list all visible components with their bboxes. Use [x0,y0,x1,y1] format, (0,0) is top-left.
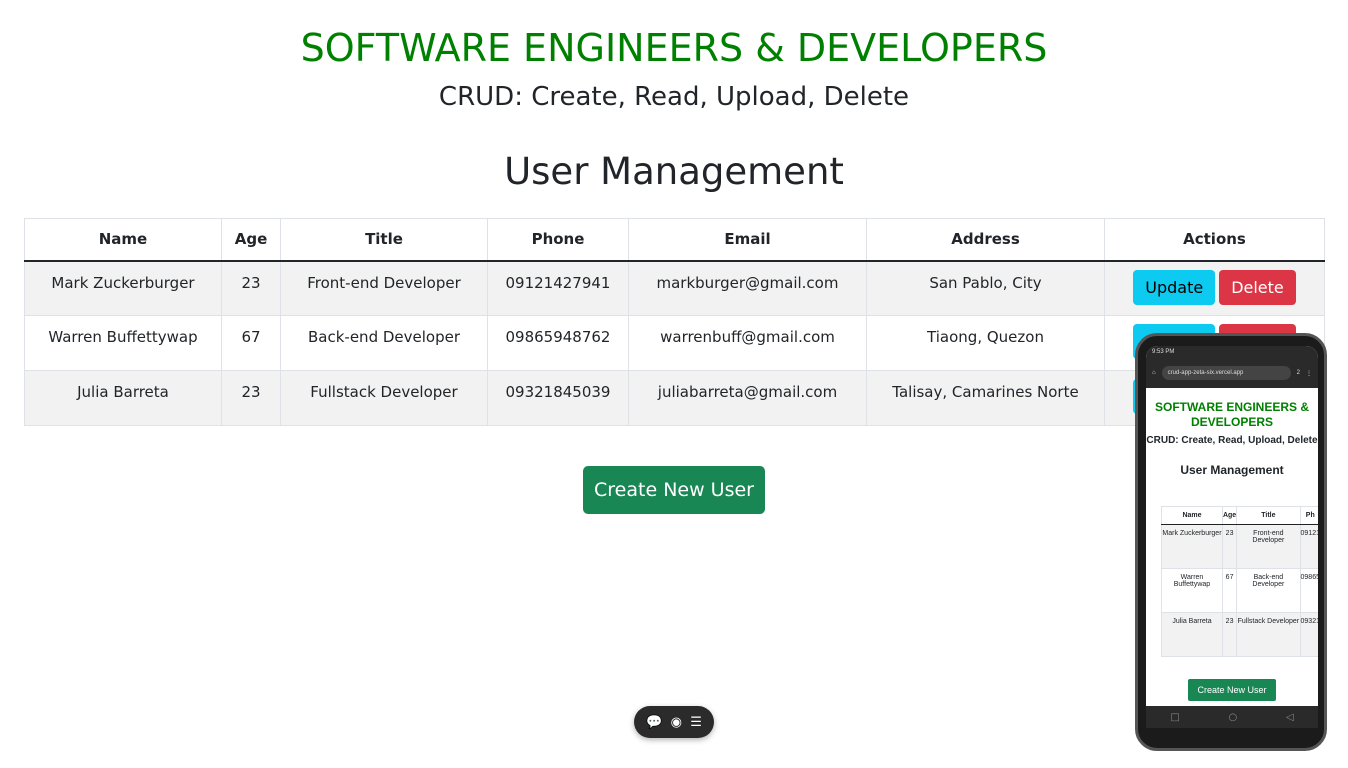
phone-table: Name Age Title Ph Mark Zuckerburger 23 Fro… [1161,506,1318,657]
phone-create-button: Create New User [1188,679,1276,701]
phone-screen: 9:53 PM ⌂ crud-app-zeta-six.vercel.app 2… [1146,346,1318,728]
phone-browser-bar: ⌂ crud-app-zeta-six.vercel.app 2 ⋮ [1146,358,1318,388]
cell-age: 23 [221,260,281,316]
phone-cell: Fullstack Developer [1236,612,1301,657]
phone-url: crud-app-zeta-six.vercel.app [1161,366,1291,380]
table-row: Julia Barreta 23 Fullstack Developer 093218… [24,370,1325,426]
cell-address: San Pablo, City [866,260,1105,316]
phone-cell: 67 [1221,568,1238,613]
phone-table-row: Warren Buffettywap 67 Back-end Developer 09… [1161,568,1318,613]
cell-email: markburger@gmail.com [628,260,867,316]
cell-age: 67 [221,315,281,371]
phone-nav-bar: □ ○ ◁ [1146,706,1318,728]
menu-icon[interactable]: ☰ [690,715,702,730]
cell-name: Julia Barreta [24,370,222,426]
cell-actions: UpdateDelete [1104,260,1325,316]
col-name: Name [24,218,222,262]
cell-name: Warren Buffettywap [24,315,222,371]
phone-table-row: Julia Barreta23Fullstack Developer09321 [1161,612,1318,657]
col-actions: Actions [1104,218,1325,262]
cell-phone: 09121427941 [487,260,629,316]
floating-toolbar: 💬 ◉ ☰ [634,706,714,738]
cell-title: Fullstack Developer [280,370,488,426]
col-age: Age [221,218,281,262]
cell-email: juliabarreta@gmail.com [628,370,867,426]
cell-phone: 09865948762 [487,315,629,371]
create-new-user-button[interactable]: Create New User [583,466,765,514]
phone-cell: Front-end Developer [1236,524,1301,569]
phone-cell: 09121 [1299,524,1318,569]
cell-address: Tiaong, Quezon [866,315,1105,371]
phone-section: User Management [1180,463,1284,477]
phone-col: Age [1221,506,1238,525]
cell-email: warrenbuff@gmail.com [628,315,867,371]
users-table: Name Age Title Phone Email Address Actio… [24,218,1325,426]
circle-icon: ○ [1228,711,1238,723]
phone-table-row: Mark Zuckerburger 23 Front-end Developer 09… [1161,524,1318,569]
comment-icon[interactable]: 💬 [646,715,662,730]
phone-cell: 23 [1221,612,1238,657]
cell-age: 23 [221,370,281,426]
square-icon: □ [1170,711,1180,723]
phone-cell: Mark Zuckerburger [1161,524,1223,569]
col-email: Email [628,218,867,262]
more-icon: ⋮ [1306,370,1312,377]
phone-col: Ph [1299,506,1318,525]
phone-col: Name [1161,506,1223,525]
page-subtitle: CRUD: Create, Read, Upload, Delete [438,82,910,112]
page-title: SOFTWARE ENGINEERS & DEVELOPERS [300,26,1048,70]
phone-cell: 09321 [1299,612,1318,657]
cell-name: Mark Zuckerburger [24,260,222,316]
update-button[interactable]: Update [1133,269,1216,305]
phone-cell: Warren Buffettywap [1161,568,1223,613]
table-row: Warren Buffettywap 67 Back-end Developer 09… [24,315,1325,371]
phone-cell: 23 [1221,524,1238,569]
phone-cell: Julia Barreta [1161,612,1223,657]
cell-title: Back-end Developer [280,315,488,371]
col-address: Address [866,218,1105,262]
view-icon[interactable]: ◉ [671,715,682,730]
cell-title: Front-end Developer [280,260,488,316]
cell-phone: 09321845039 [487,370,629,426]
phone-title: SOFTWARE ENGINEERS & DEVELOPERS [1154,400,1309,429]
table-row: Mark Zuckerburger 23 Front-end Developer 09… [24,260,1325,316]
section-title: User Management [504,150,844,193]
phone-cell: 09865 [1299,568,1318,613]
phone-col: Title [1236,506,1301,525]
phone-subtitle: CRUD: Create, Read, Upload, Delete [1146,435,1318,446]
phone-status-bar: 9:53 PM [1146,346,1318,358]
home-icon: ⌂ [1152,370,1156,376]
delete-button[interactable]: Delete [1219,269,1296,305]
phone-cell: Back-end Developer [1236,568,1301,613]
phone-mockup: 9:53 PM ⌂ crud-app-zeta-six.vercel.app 2… [1135,333,1327,751]
cell-address: Talisay, Camarines Norte [866,370,1105,426]
col-title: Title [280,218,488,262]
tabs-count: 2 [1296,370,1300,376]
back-icon: ◁ [1285,711,1294,723]
col-phone: Phone [487,218,629,262]
